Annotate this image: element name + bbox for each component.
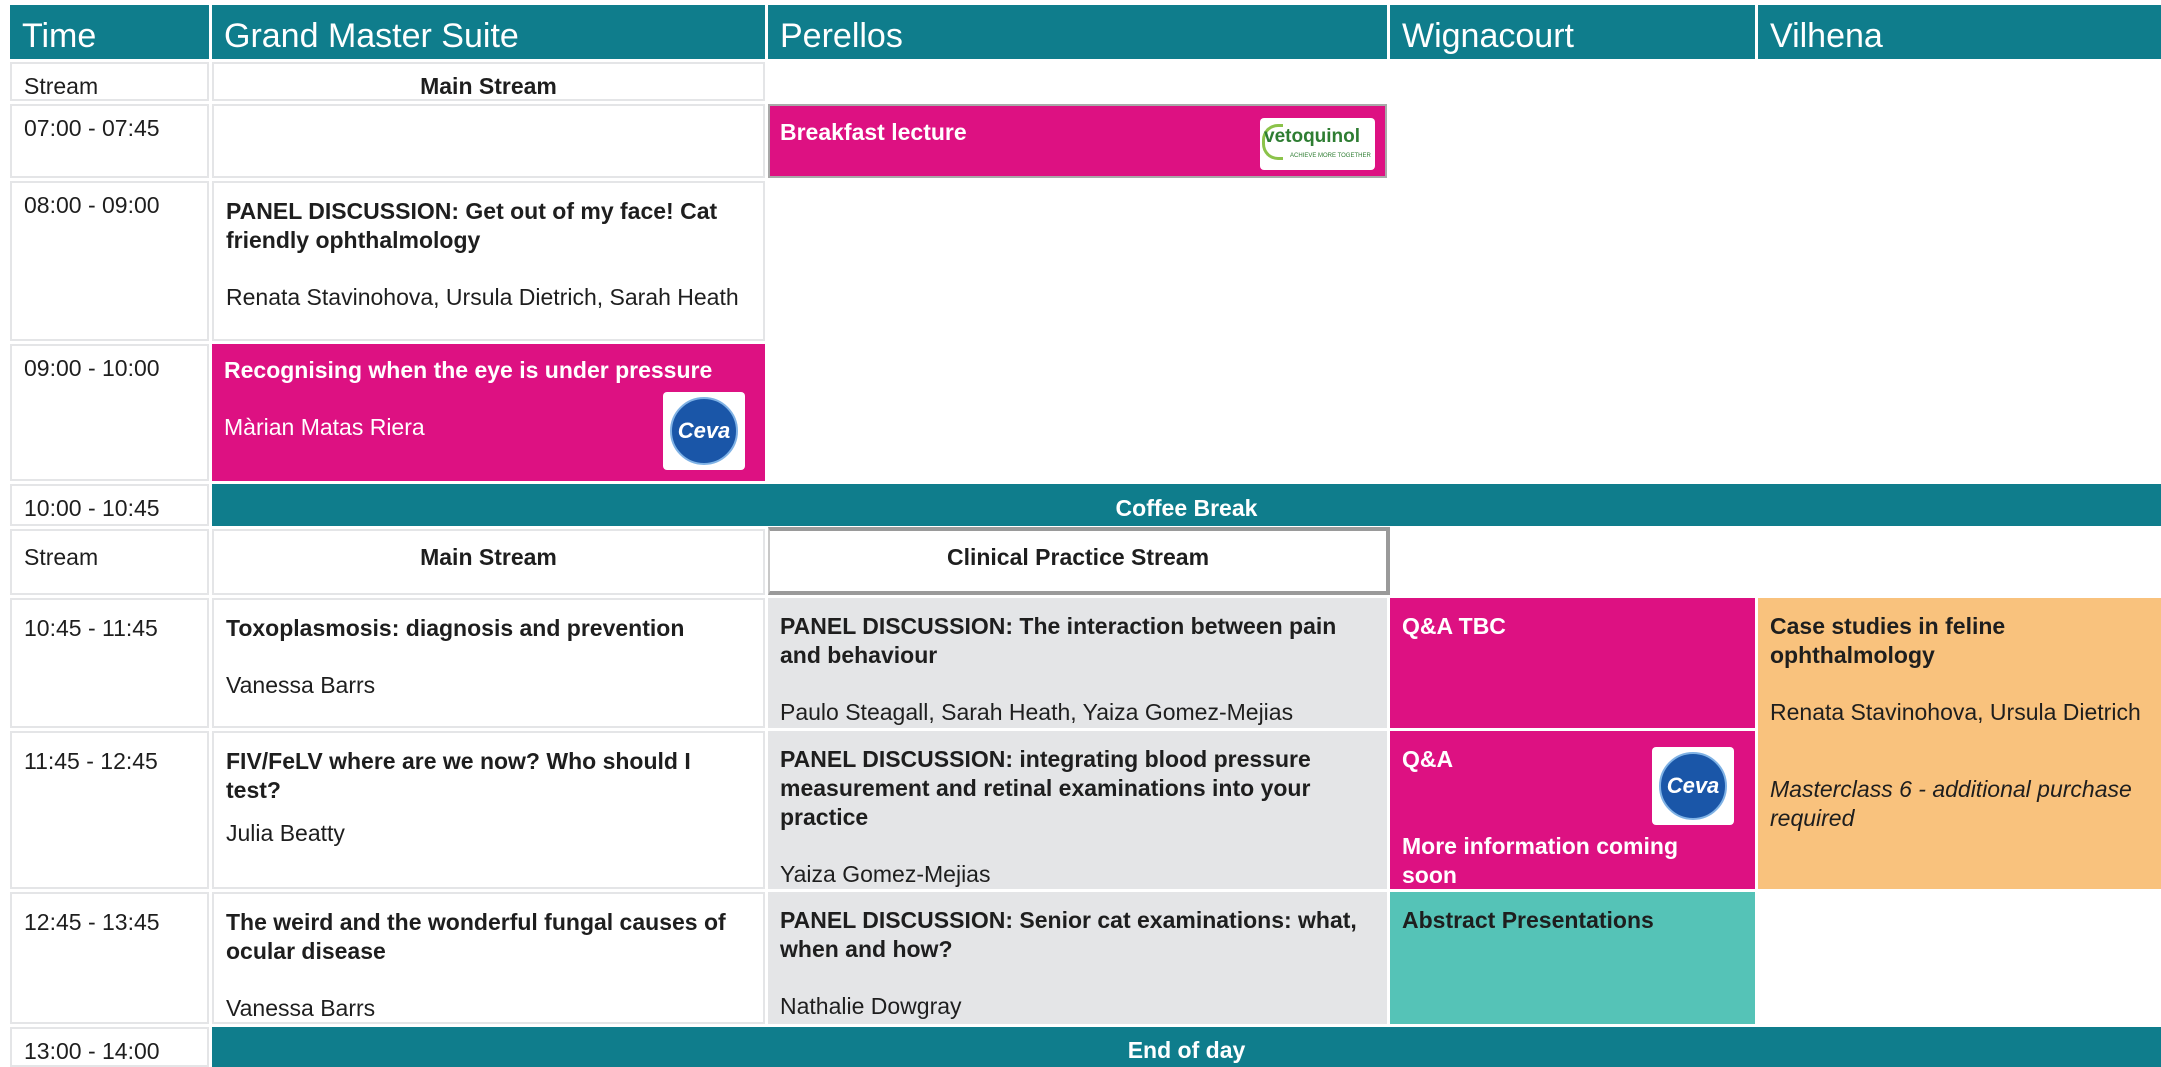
masterclass-note: Masterclass 6 - additional purchase requ…: [1770, 776, 2132, 831]
header-time: Time: [10, 5, 209, 59]
session-speakers: Nathalie Dowgray: [780, 993, 962, 1019]
session-speakers: Yaiza Gomez-Mejias: [780, 861, 991, 887]
session-qa[interactable]: Q&A More information coming soon Ceva: [1390, 731, 1755, 889]
session-pain-and-behaviour[interactable]: PANEL DISCUSSION: The interaction betwee…: [768, 598, 1387, 728]
header-wignacourt: Wignacourt: [1390, 5, 1755, 59]
end-of-day-band: End of day: [212, 1027, 2161, 1067]
session-senior-cat-examinations[interactable]: PANEL DISCUSSION: Senior cat examination…: [768, 892, 1387, 1024]
session-title: Abstract Presentations: [1402, 907, 1654, 933]
session-speakers: Vanessa Barrs: [226, 672, 376, 698]
session-title: PANEL DISCUSSION: Get out of my face! Ca…: [226, 198, 718, 253]
session-title: Toxoplasmosis: diagnosis and prevention: [226, 615, 685, 641]
session-eye-under-pressure[interactable]: Recognising when the eye is under pressu…: [212, 344, 765, 481]
session-title: Case studies in feline ophthalmology: [1770, 613, 2006, 668]
ceva-logo: Ceva: [663, 392, 745, 470]
empty-cell: [212, 104, 765, 178]
session-title: Q&A TBC: [1402, 613, 1506, 639]
clinical-practice-stream-label: Clinical Practice Stream: [768, 527, 1390, 595]
time-1245: 12:45 - 13:45: [10, 892, 209, 1024]
session-title: Recognising when the eye is under pressu…: [224, 357, 713, 383]
session-toxoplasmosis[interactable]: Toxoplasmosis: diagnosis and prevention …: [212, 598, 765, 728]
header-perellos: Perellos: [768, 5, 1387, 59]
session-title: PANEL DISCUSSION: Senior cat examination…: [780, 907, 1357, 962]
more-info-text: More information coming soon: [1402, 833, 1678, 888]
session-title: FIV/FeLV where are we now? Who should I …: [226, 748, 691, 803]
session-speakers: Renata Stavinohova, Ursula Dietrich: [1770, 699, 2141, 725]
breakfast-lecture[interactable]: Breakfast lecture vetoquinol ACHIEVE MOR…: [768, 104, 1387, 178]
time-1000: 10:00 - 10:45: [10, 484, 209, 526]
session-cat-friendly-ophthalmology[interactable]: PANEL DISCUSSION: Get out of my face! Ca…: [212, 181, 765, 341]
session-fungal-causes[interactable]: The weird and the wonderful fungal cause…: [212, 892, 765, 1024]
session-qa-tbc[interactable]: Q&A TBC: [1390, 598, 1755, 728]
stream-label: Stream: [10, 529, 209, 595]
session-title: PANEL DISCUSSION: integrating blood pres…: [780, 746, 1311, 830]
session-speakers: Paulo Steagall, Sarah Heath, Yaiza Gomez…: [780, 699, 1294, 725]
header-grand-master-suite: Grand Master Suite: [212, 5, 765, 59]
coffee-break-band: Coffee Break: [212, 484, 2161, 526]
time-1145: 11:45 - 12:45: [10, 731, 209, 889]
session-title: The weird and the wonderful fungal cause…: [226, 909, 726, 964]
time-1045: 10:45 - 11:45: [10, 598, 209, 728]
session-abstract-presentations[interactable]: Abstract Presentations: [1390, 892, 1755, 1024]
time-0700: 07:00 - 07:45: [10, 104, 209, 178]
header-vilhena: Vilhena: [1758, 5, 2161, 59]
session-speakers: Julia Beatty: [226, 820, 345, 846]
main-stream-label: Main Stream: [212, 62, 765, 101]
time-0900: 09:00 - 10:00: [10, 344, 209, 481]
session-speakers: Renata Stavinohova, Ursula Dietrich, Sar…: [226, 284, 739, 310]
session-fiv-felv[interactable]: FIV/FeLV where are we now? Who should I …: [212, 731, 765, 889]
stream-label: Stream: [10, 62, 209, 101]
vetoquinol-logo: vetoquinol ACHIEVE MORE TOGETHER: [1260, 118, 1375, 170]
time-0800: 08:00 - 09:00: [10, 181, 209, 341]
session-title: PANEL DISCUSSION: The interaction betwee…: [780, 613, 1337, 668]
session-blood-pressure-retinal[interactable]: PANEL DISCUSSION: integrating blood pres…: [768, 731, 1387, 889]
main-stream-label: Main Stream: [212, 529, 765, 595]
time-1300: 13:00 - 14:00: [10, 1027, 209, 1067]
ceva-logo: Ceva: [1652, 747, 1734, 825]
session-case-studies-feline-ophthalmology[interactable]: Case studies in feline ophthalmology Ren…: [1758, 598, 2161, 889]
session-speakers: Vanessa Barrs: [226, 995, 376, 1021]
